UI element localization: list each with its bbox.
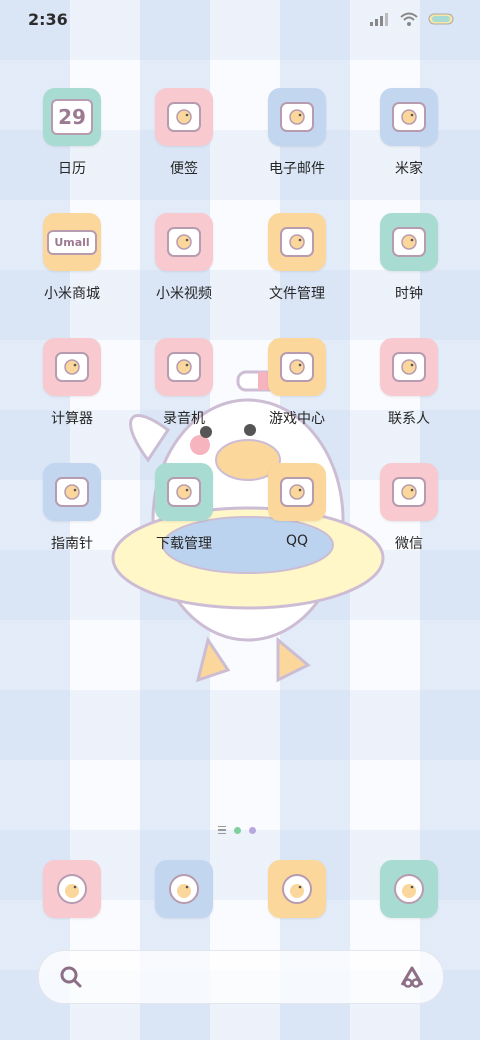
app-video[interactable]: 小米视频 bbox=[136, 213, 232, 303]
page-indicator-menu-icon bbox=[218, 826, 226, 834]
app-recorder[interactable]: 录音机 bbox=[136, 338, 232, 428]
notes-icon[interactable] bbox=[155, 88, 213, 146]
signal-icon bbox=[370, 13, 388, 26]
assistant-icon[interactable] bbox=[399, 965, 425, 989]
app-label: 指南针 bbox=[51, 536, 93, 552]
status-bar: 2:36 bbox=[0, 0, 480, 40]
page-indicator[interactable] bbox=[218, 826, 256, 834]
folder-icon[interactable] bbox=[268, 213, 326, 271]
app-label: QQ bbox=[285, 533, 309, 549]
phone-icon[interactable] bbox=[43, 860, 101, 918]
app-label: 联系人 bbox=[388, 411, 430, 427]
tv-icon[interactable] bbox=[155, 213, 213, 271]
app-downloads[interactable]: 下载管理 bbox=[136, 463, 232, 553]
contacts-icon[interactable] bbox=[380, 338, 438, 396]
status-time: 2:36 bbox=[28, 10, 68, 29]
qq-icon[interactable] bbox=[268, 463, 326, 521]
dock-browser[interactable] bbox=[136, 860, 232, 918]
app-label: 日历 bbox=[58, 161, 86, 177]
wechat-icon[interactable] bbox=[380, 463, 438, 521]
app-compass[interactable]: 指南针 bbox=[24, 463, 120, 553]
app-label: 米家 bbox=[395, 161, 423, 177]
page-dot bbox=[249, 826, 256, 834]
app-label: 小米视频 bbox=[156, 286, 212, 302]
app-label: 录音机 bbox=[163, 411, 205, 427]
calculator-icon[interactable] bbox=[43, 338, 101, 396]
app-label: 时钟 bbox=[395, 286, 423, 302]
mall-icon-glyph: Umall bbox=[47, 229, 97, 255]
battery-icon bbox=[428, 13, 454, 25]
app-email[interactable]: 电子邮件 bbox=[249, 88, 345, 178]
game-icon[interactable] bbox=[268, 338, 326, 396]
dock-camera[interactable] bbox=[361, 860, 457, 918]
status-icons bbox=[370, 12, 456, 26]
recorder-icon[interactable] bbox=[155, 338, 213, 396]
app-files[interactable]: 文件管理 bbox=[249, 213, 345, 303]
app-calculator[interactable]: 计算器 bbox=[24, 338, 120, 428]
search-bar[interactable] bbox=[38, 950, 444, 1004]
app-wechat[interactable]: 微信 bbox=[361, 463, 457, 553]
app-qq[interactable]: QQ bbox=[249, 463, 345, 549]
app-label: 文件管理 bbox=[269, 286, 325, 302]
page-dot-active bbox=[234, 826, 241, 834]
email-icon[interactable] bbox=[268, 88, 326, 146]
dock-phone[interactable] bbox=[24, 860, 120, 918]
app-label: 下载管理 bbox=[156, 536, 212, 552]
wifi-icon bbox=[400, 12, 418, 26]
app-label: 小米商城 bbox=[44, 286, 100, 302]
message-icon[interactable] bbox=[268, 860, 326, 918]
app-label: 游戏中心 bbox=[269, 411, 325, 427]
app-contacts[interactable]: 联系人 bbox=[361, 338, 457, 428]
app-label: 电子邮件 bbox=[269, 161, 325, 177]
app-mihome[interactable]: 米家 bbox=[361, 88, 457, 178]
app-games[interactable]: 游戏中心 bbox=[249, 338, 345, 428]
search-icon[interactable] bbox=[59, 965, 83, 989]
app-notes[interactable]: 便签 bbox=[136, 88, 232, 178]
app-label: 计算器 bbox=[51, 411, 93, 427]
compass-icon[interactable] bbox=[43, 463, 101, 521]
app-label: 微信 bbox=[395, 536, 423, 552]
mall-icon[interactable]: Umall bbox=[43, 213, 101, 271]
calendar-icon[interactable]: 29 bbox=[43, 88, 101, 146]
app-label: 便签 bbox=[170, 161, 198, 177]
camera-icon[interactable] bbox=[380, 860, 438, 918]
app-mall[interactable]: Umall 小米商城 bbox=[24, 213, 120, 303]
clock-icon[interactable] bbox=[380, 213, 438, 271]
download-icon[interactable] bbox=[155, 463, 213, 521]
app-clock[interactable]: 时钟 bbox=[361, 213, 457, 303]
home-icon[interactable] bbox=[380, 88, 438, 146]
dock-messages[interactable] bbox=[249, 860, 345, 918]
calendar-icon-glyph: 29 bbox=[51, 99, 93, 135]
basketball-duck-icon[interactable] bbox=[155, 860, 213, 918]
app-calendar[interactable]: 29 日历 bbox=[24, 88, 120, 178]
